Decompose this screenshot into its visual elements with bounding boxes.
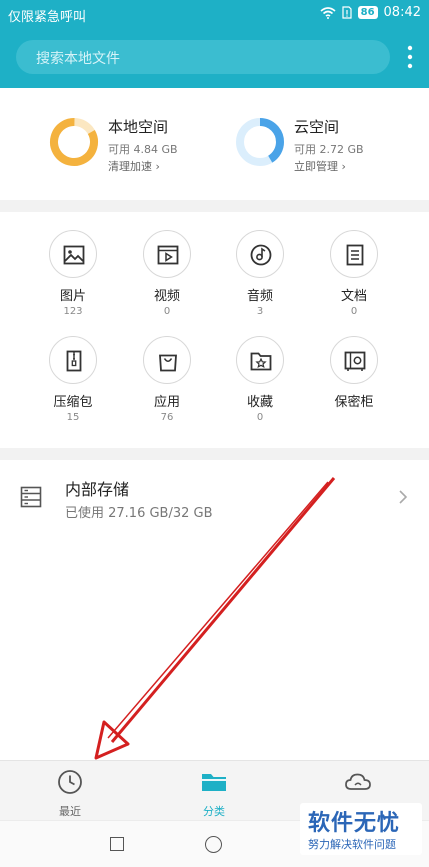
app-header: 仅限紧急呼叫 86 08:42 搜索本地文件	[0, 0, 429, 88]
category-images[interactable]: 图片 123	[33, 230, 113, 317]
tab-category-label: 分类	[203, 805, 225, 818]
battery-indicator: 86	[357, 6, 378, 19]
category-safe[interactable]: 保密柜	[314, 336, 394, 412]
divider	[0, 200, 429, 212]
storage-overview: 本地空间 可用 4.84 GB 清理加速 › 云空间 可用 2.72 GB 立即…	[0, 88, 429, 200]
watermark: 软件无忧 努力解决软件问题	[300, 803, 422, 855]
video-icon	[157, 245, 179, 265]
local-storage-title: 本地空间	[108, 118, 169, 136]
favorite-folder-icon	[250, 352, 272, 371]
clock-icon	[58, 770, 82, 794]
cloud-storage-title: 云空间	[294, 118, 340, 136]
watermark-title: 软件无忧	[308, 811, 401, 836]
carrier-text: 仅限紧急呼叫	[8, 10, 87, 25]
manage-now-link[interactable]: 立即管理 ›	[294, 158, 346, 174]
status-bar: 仅限紧急呼叫 86 08:42	[0, 0, 429, 28]
local-storage-ring-icon	[50, 117, 98, 166]
category-documents[interactable]: 文档 0	[314, 230, 394, 317]
sim-alert-icon	[342, 6, 352, 19]
watermark-subtitle: 努力解决软件问题	[308, 838, 396, 851]
category-grid: 图片 123 视频 0 音频 3 文档 0 压缩包 15 应用 76 收藏 0 …	[0, 212, 429, 448]
divider	[0, 448, 429, 460]
search-placeholder: 搜索本地文件	[36, 51, 120, 67]
tab-recent[interactable]: 最近	[30, 769, 110, 819]
cloud-icon	[345, 773, 371, 790]
folder-icon	[202, 774, 226, 791]
tab-recent-label: 最近	[59, 805, 81, 818]
chevron-right-icon	[399, 490, 408, 504]
tab-cloud[interactable]	[318, 769, 398, 799]
more-options-icon[interactable]	[407, 44, 413, 70]
document-icon	[346, 244, 364, 266]
internal-storage-row[interactable]: 内部存储 已使用 27.16 GB/32 GB	[0, 460, 429, 538]
safe-icon	[344, 351, 366, 371]
cloud-storage-available: 可用 2.72 GB	[294, 143, 364, 156]
cloud-storage-ring-icon	[236, 118, 284, 166]
category-favorites[interactable]: 收藏 0	[220, 336, 300, 423]
app-bag-icon	[159, 354, 177, 372]
storage-drive-icon	[20, 486, 42, 508]
clean-accelerate-link[interactable]: 清理加速 ›	[108, 158, 160, 174]
local-storage-available: 可用 4.84 GB	[108, 143, 178, 156]
category-apps[interactable]: 应用 76	[127, 336, 207, 423]
archive-icon	[66, 350, 82, 372]
internal-storage-usage: 已使用 27.16 GB/32 GB	[65, 506, 213, 521]
audio-icon	[250, 244, 272, 266]
recent-apps-icon[interactable]	[110, 837, 124, 851]
tab-category[interactable]: 分类	[174, 769, 254, 819]
internal-storage-title: 内部存储	[65, 480, 130, 499]
clock: 08:42	[383, 5, 421, 20]
search-input[interactable]: 搜索本地文件	[16, 40, 390, 74]
category-videos[interactable]: 视频 0	[127, 230, 207, 317]
category-archives[interactable]: 压缩包 15	[33, 336, 113, 423]
image-icon	[63, 245, 85, 265]
category-audio[interactable]: 音频 3	[220, 230, 300, 317]
home-icon[interactable]	[205, 836, 222, 853]
wifi-icon	[320, 6, 336, 19]
